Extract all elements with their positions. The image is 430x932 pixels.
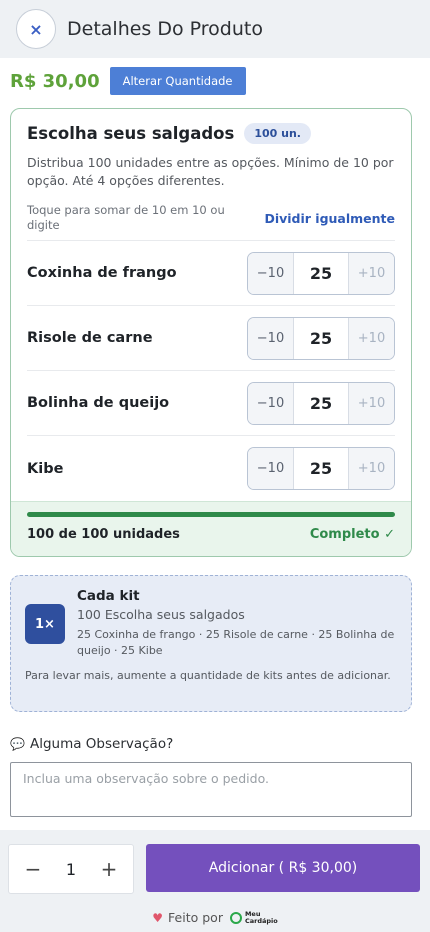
kit-quantity-stepper: − 1 + [8,844,134,894]
decrement-button[interactable]: −10 [248,252,293,294]
decrement-button[interactable]: −10 [248,317,293,359]
snack-chooser-card: Escolha seus salgados 100 un. Distribua … [10,108,412,557]
footer: − 1 + Adicionar ( R$ 30,00) ♥ Feito por … [0,830,430,932]
option-row: Coxinha de frango −10 25 +10 [27,241,395,306]
option-row: Kibe −10 25 +10 [27,436,395,501]
progress-status: Completo ✓ [309,527,395,542]
price-row: R$ 30,00 Alterar Quantidade [0,66,430,96]
close-icon: × [29,19,43,39]
made-by-text: Feito por [168,910,223,925]
option-name: Bolinha de queijo [27,395,170,411]
increment-button[interactable]: +10 [349,252,394,294]
speech-bubble-icon: 💬 [10,737,25,751]
option-name: Coxinha de frango [27,265,177,281]
heart-icon: ♥ [152,910,164,925]
brand-line2: Cardápio [244,916,278,925]
option-quantity-input[interactable]: 25 [293,317,349,359]
brand-logo[interactable]: Meu Cardápio [229,910,278,925]
observation-textarea[interactable] [10,762,412,817]
observation-label-text: Alguma Observação? [29,736,174,752]
kit-multiplier-badge: 1× [25,604,65,644]
units-badge: 100 un. [244,123,311,144]
brand-logo-icon [229,911,242,924]
progress-bar [27,512,395,517]
increment-button[interactable]: +10 [349,448,394,489]
kit-subtitle: 100 Escolha seus salgados [77,607,245,622]
made-by: ♥ Feito por Meu Cardápio [0,910,430,925]
quantity-decrement-button[interactable]: − [23,857,43,881]
split-equally-link[interactable]: Dividir igualmente [264,211,395,226]
option-name: Kibe [27,460,64,477]
change-quantity-button[interactable]: Alterar Quantidade [109,67,246,95]
kit-title: Cada kit [77,588,140,604]
option-row: Risole de carne −10 25 +10 [27,306,395,371]
chooser-description: Distribua 100 unidades entre as opções. … [27,155,394,188]
increment-button[interactable]: +10 [349,382,394,424]
page-title: Detalhes Do Produto [67,18,263,40]
add-to-cart-button[interactable]: Adicionar ( R$ 30,00) [146,844,420,892]
option-stepper: −10 25 +10 [247,447,395,490]
decrement-button[interactable]: −10 [248,382,293,424]
option-stepper: −10 25 +10 [247,316,395,360]
option-name: Risole de carne [27,330,153,346]
increment-button[interactable]: +10 [349,317,394,359]
option-stepper: −10 25 +10 [247,381,395,425]
option-quantity-input[interactable]: 25 [293,252,349,294]
chooser-title: Escolha seus salgados [27,124,235,143]
kit-note: Para levar mais, aumente a quantidade de… [25,669,391,682]
close-button[interactable]: × [16,9,56,49]
progress-fill [27,512,395,517]
header: × Detalhes Do Produto [0,0,430,58]
chooser-hint: Toque para somar de 10 em 10 ou digite [27,203,225,232]
progress-area: 100 de 100 unidades Completo ✓ [11,501,411,556]
kit-summary: 1× Cada kit 100 Escolha seus salgados 25… [10,575,412,712]
quantity-value[interactable]: 1 [66,860,76,879]
option-quantity-input[interactable]: 25 [293,382,349,424]
progress-count: 100 de 100 unidades [27,527,180,542]
observation-label: 💬 Alguma Observação? [10,736,173,752]
option-row: Bolinha de queijo −10 25 +10 [27,371,395,436]
quantity-increment-button[interactable]: + [99,857,119,881]
kit-detail: 25 Coxinha de frango · 25 Risole de carn… [77,628,395,657]
product-price: R$ 30,00 [10,70,100,92]
option-stepper: −10 25 +10 [247,251,395,295]
option-quantity-input[interactable]: 25 [293,448,349,489]
decrement-button[interactable]: −10 [248,448,293,489]
